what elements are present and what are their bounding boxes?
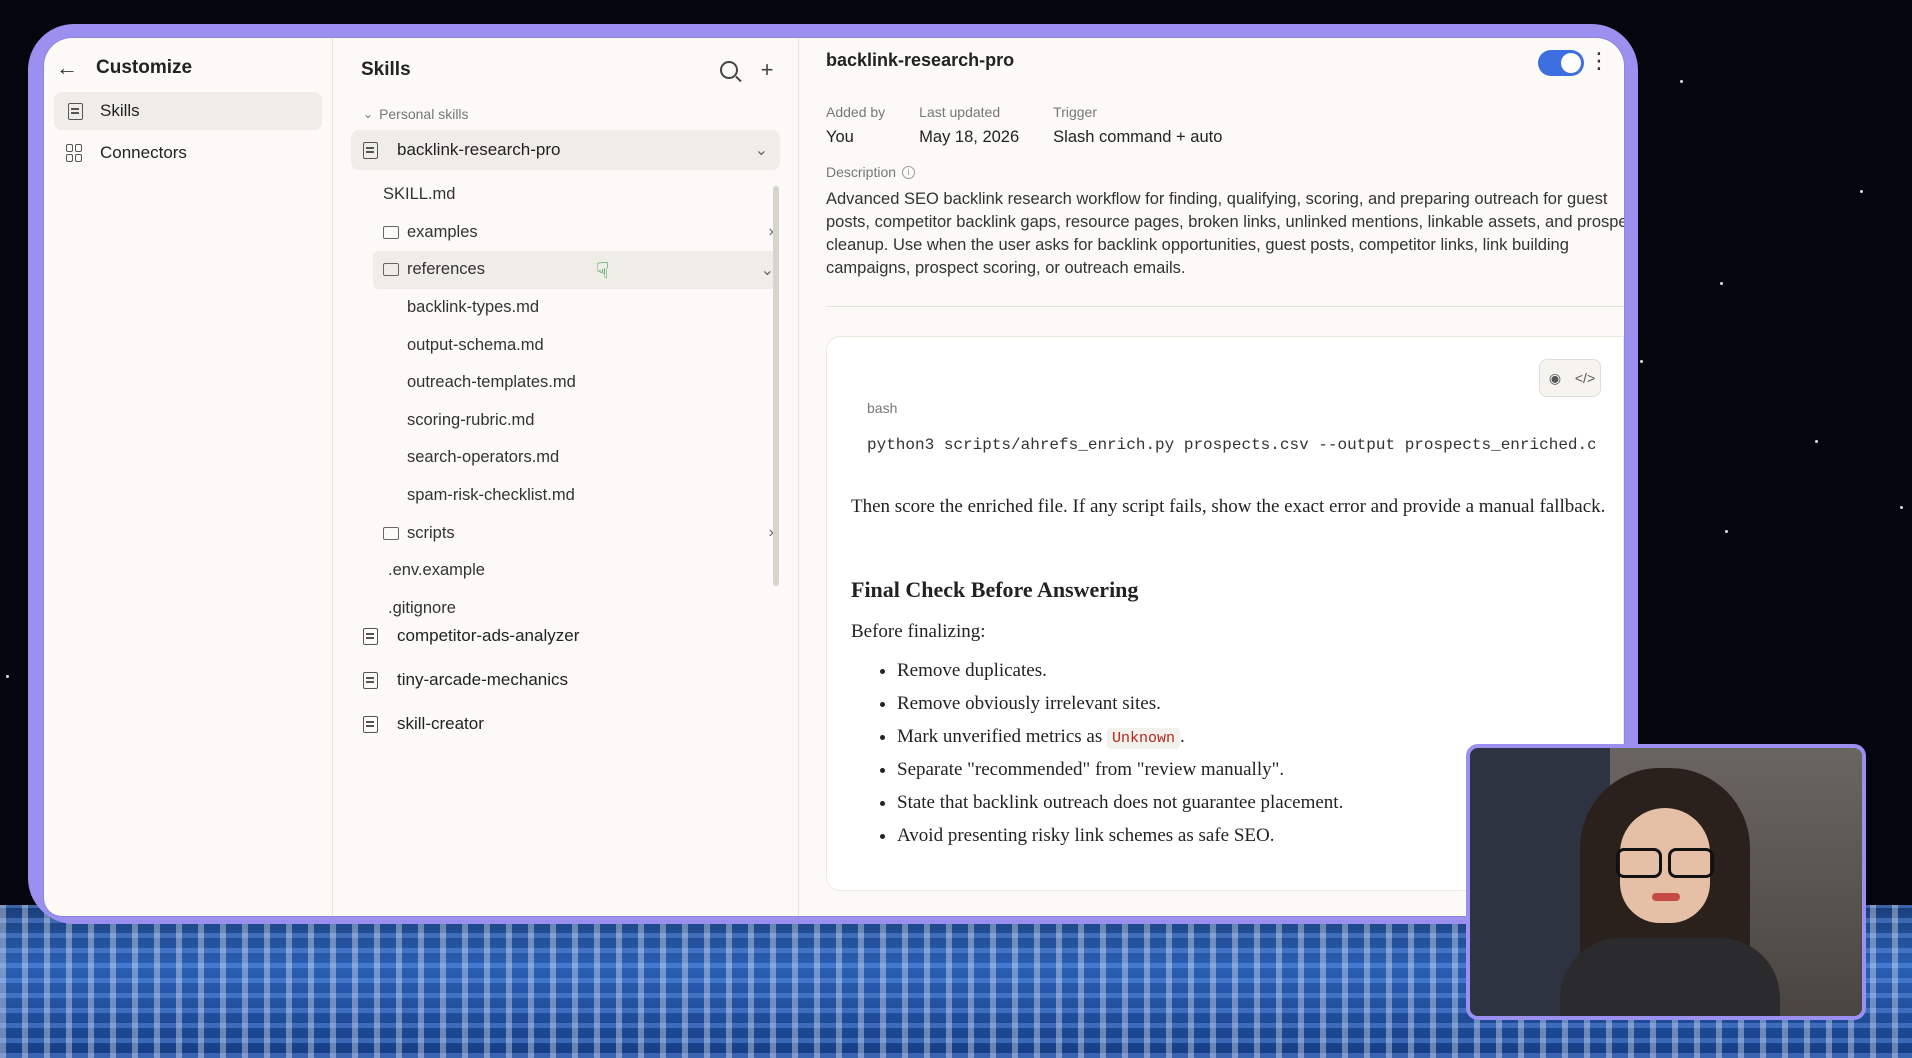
list-item: State that backlink outreach does not gu… bbox=[897, 786, 1343, 819]
group-label: Personal skills bbox=[379, 106, 469, 122]
tree-item-label: SKILL.md bbox=[383, 185, 456, 204]
content-heading: Final Check Before Answering bbox=[851, 577, 1139, 602]
folder-icon bbox=[383, 526, 399, 540]
tree-file-spam-risk-checklist[interactable]: spam-risk-checklist.md bbox=[333, 477, 798, 515]
grid-icon bbox=[66, 144, 84, 162]
skills-header: Skills + bbox=[333, 38, 798, 92]
tree-file-search-operators[interactable]: search-operators.md bbox=[333, 439, 798, 477]
tree-file-outreach-templates[interactable]: outreach-templates.md bbox=[333, 364, 798, 402]
more-options-icon[interactable]: ⋮ bbox=[1588, 48, 1610, 74]
meta-added-by: Added by You bbox=[826, 104, 885, 147]
skill-name: competitor-ads-analyzer bbox=[397, 626, 580, 645]
skill-document-icon bbox=[361, 141, 379, 159]
list-item: Remove obviously irrelevant sites. bbox=[897, 687, 1343, 720]
view-mode-toggle: ◉ </> bbox=[1539, 359, 1601, 397]
list-item: Separate "recommended" from "review manu… bbox=[897, 753, 1343, 786]
content-intro: Before finalizing: bbox=[851, 621, 986, 642]
skill-enabled-toggle[interactable] bbox=[1538, 50, 1584, 76]
description-label: Description i bbox=[826, 164, 916, 180]
tree-file-output-schema[interactable]: output-schema.md bbox=[333, 326, 798, 364]
folder-icon bbox=[383, 263, 399, 277]
code-language-label: bash bbox=[867, 400, 898, 416]
skill-item-tiny-arcade-mechanics[interactable]: tiny-arcade-mechanics bbox=[351, 660, 780, 700]
mouse-cursor-icon: ☟ bbox=[596, 258, 610, 283]
skill-title: backlink-research-pro bbox=[826, 50, 1015, 70]
tree-file-backlink-types[interactable]: backlink-types.md bbox=[333, 289, 798, 327]
skill-name: skill-creator bbox=[397, 714, 484, 733]
code-view-icon[interactable]: </> bbox=[1570, 360, 1600, 396]
meta-value: May 18, 2026 bbox=[919, 128, 1020, 146]
meta-trigger: Trigger Slash command + auto bbox=[1053, 104, 1222, 147]
tree-item-label: .env.example bbox=[388, 561, 485, 580]
list-item-text: Mark unverified metrics as bbox=[897, 726, 1103, 747]
tree-file-env-example[interactable]: .env.example bbox=[333, 552, 798, 590]
tree-folder-scripts[interactable]: scripts › bbox=[333, 514, 798, 552]
skills-panel: Skills + ⌄ Personal skills backlink-rese… bbox=[333, 38, 799, 916]
tree-item-label: spam-risk-checklist.md bbox=[407, 486, 575, 505]
tree-scrollbar[interactable] bbox=[773, 186, 779, 586]
nav-item-skills[interactable]: Skills bbox=[54, 92, 322, 130]
tree-file-skill-md[interactable]: SKILL.md bbox=[333, 176, 798, 214]
skill-document-icon bbox=[361, 715, 379, 733]
inline-code: Unknown bbox=[1106, 728, 1180, 749]
chevron-down-icon: ⌄ bbox=[363, 107, 374, 121]
tree-item-label: output-schema.md bbox=[407, 335, 544, 354]
meta-value: Slash command + auto bbox=[1053, 128, 1223, 146]
preview-eye-icon[interactable]: ◉ bbox=[1540, 360, 1570, 396]
skill-item-backlink-research-pro[interactable]: backlink-research-pro ⌄ bbox=[351, 130, 780, 170]
search-icon[interactable] bbox=[714, 55, 744, 85]
skill-name: backlink-research-pro bbox=[397, 140, 561, 159]
list-item: Avoid presenting risky link schemes as s… bbox=[897, 819, 1343, 852]
tree-item-label: scripts bbox=[407, 523, 455, 542]
tree-item-label: search-operators.md bbox=[407, 448, 560, 467]
chevron-down-icon[interactable]: ⌄ bbox=[755, 140, 768, 160]
add-icon[interactable]: + bbox=[752, 55, 782, 85]
tree-item-label: scoring-rubric.md bbox=[407, 410, 535, 429]
meta-label: Added by bbox=[826, 104, 886, 120]
content-paragraph: Then score the enriched file. If any scr… bbox=[851, 496, 1606, 517]
webcam-overlay bbox=[1466, 744, 1866, 1020]
skill-name: tiny-arcade-mechanics bbox=[397, 670, 569, 689]
page-title: Customize bbox=[96, 57, 193, 78]
list-item: Mark unverified metrics as Unknown. bbox=[897, 720, 1343, 753]
tree-item-label: references bbox=[407, 260, 485, 279]
code-block: python3 scripts/ahrefs_enrich.py prospec… bbox=[867, 436, 1595, 454]
tree-file-scoring-rubric[interactable]: scoring-rubric.md bbox=[333, 402, 798, 440]
skill-item-skill-creator[interactable]: skill-creator bbox=[351, 704, 780, 744]
skill-document-icon bbox=[361, 627, 379, 645]
tree-folder-references[interactable]: references ⌄ bbox=[373, 251, 778, 289]
nav-header: ← Customize bbox=[44, 38, 332, 88]
meta-label: Trigger bbox=[1053, 104, 1097, 120]
list-item: Remove duplicates. bbox=[897, 654, 1343, 687]
divider bbox=[826, 306, 1624, 307]
customize-window: ← Customize Skills Connectors Skills + ⌄… bbox=[44, 38, 1624, 916]
tree-item-label: .gitignore bbox=[388, 598, 456, 617]
nav-item-label: Skills bbox=[100, 101, 140, 120]
tree-item-label: outreach-templates.md bbox=[407, 373, 576, 392]
final-check-list: Remove duplicates. Remove obviously irre… bbox=[851, 654, 1343, 852]
document-icon bbox=[66, 102, 84, 120]
nav-item-connectors[interactable]: Connectors bbox=[54, 134, 322, 172]
skill-meta: Added by You Last updated May 18, 2026 T… bbox=[826, 104, 1222, 147]
nav-item-label: Connectors bbox=[100, 143, 187, 162]
folder-icon bbox=[383, 225, 399, 239]
skill-file-tree: SKILL.md examples › references ⌄ backlin… bbox=[333, 176, 798, 617]
meta-label: Last updated bbox=[919, 104, 1001, 120]
meta-value: You bbox=[826, 128, 854, 146]
skills-title: Skills bbox=[361, 59, 411, 80]
tree-file-gitignore[interactable]: .gitignore bbox=[333, 590, 798, 628]
chevron-down-icon[interactable]: ⌄ bbox=[761, 260, 774, 280]
personal-skills-group[interactable]: ⌄ Personal skills bbox=[333, 92, 798, 122]
description-label-text: Description bbox=[826, 164, 897, 180]
info-icon[interactable]: i bbox=[902, 165, 916, 179]
skill-document-icon bbox=[361, 671, 379, 689]
tree-folder-examples[interactable]: examples › bbox=[333, 214, 798, 252]
tree-item-label: backlink-types.md bbox=[407, 298, 540, 317]
tree-item-label: examples bbox=[407, 222, 478, 241]
back-arrow-icon[interactable]: ← bbox=[56, 57, 78, 79]
skill-description: Advanced SEO backlink research workflow … bbox=[826, 190, 1624, 277]
customize-nav: ← Customize Skills Connectors bbox=[44, 38, 333, 916]
meta-last-updated: Last updated May 18, 2026 bbox=[919, 104, 1019, 147]
